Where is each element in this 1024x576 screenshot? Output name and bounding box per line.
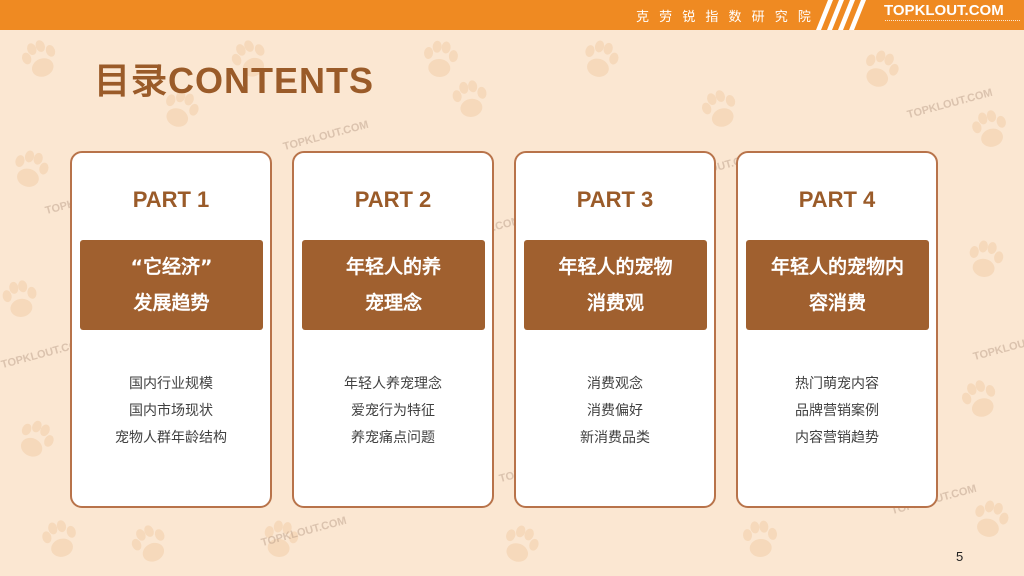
part-item-list: 消费观念 消费偏好 新消费品类 <box>516 371 714 452</box>
part-item-list: 年轻人养宠理念 爱宠行为特征 养宠痛点问题 <box>294 371 492 452</box>
list-item: 消费偏好 <box>587 403 643 419</box>
part-heading-box: 年轻人的养 宠理念 <box>302 240 485 330</box>
part-label: PART 4 <box>798 187 876 212</box>
part-heading-line: 发展趋势 <box>133 292 210 314</box>
header-bar: 克 劳 锐 指 数 研 究 院 TOPKLOUT.COM <box>0 0 1024 30</box>
part-heading-box: 年轻人的宠物内 容消费 <box>746 240 929 330</box>
list-item: 热门萌宠内容 <box>795 376 879 392</box>
list-item: 年轻人养宠理念 <box>344 376 442 392</box>
page-title: 目录CONTENTS <box>94 60 375 101</box>
list-item: 消费观念 <box>587 376 643 392</box>
part-heading-line: 年轻人的宠物内 <box>770 256 904 278</box>
list-item: 内容营销趋势 <box>795 430 879 446</box>
list-item: 养宠痛点问题 <box>351 430 435 446</box>
brand-logo: TOPKLOUT.COM <box>884 2 1004 19</box>
part-label: PART 3 <box>576 187 654 212</box>
part-heading-line: 宠理念 <box>364 292 422 314</box>
part-item-list: 热门萌宠内容 品牌营销案例 内容营销趋势 <box>738 371 936 452</box>
stripes-decoration <box>816 0 866 30</box>
part-card-4[interactable]: PART 4 年轻人的宠物内 容消费 热门萌宠内容 品牌营销案例 内容营销趋势 <box>736 151 938 508</box>
part-card-1[interactable]: PART 1 “它经济” 发展趋势 国内行业规模 国内市场现状 宠物人群年龄结构 <box>70 151 272 508</box>
page-number: 5 <box>956 549 964 564</box>
list-item: 国内行业规模 <box>129 376 213 392</box>
part-heading-box: 年轻人的宠物 消费观 <box>524 240 707 330</box>
list-item: 爱宠行为特征 <box>351 403 435 419</box>
part-card-2[interactable]: PART 2 年轻人的养 宠理念 年轻人养宠理念 爱宠行为特征 养宠痛点问题 <box>292 151 494 508</box>
part-heading-line: 年轻人的宠物 <box>558 256 673 278</box>
part-card-3[interactable]: PART 3 年轻人的宠物 消费观 消费观念 消费偏好 新消费品类 <box>514 151 716 508</box>
part-label: PART 2 <box>354 187 432 212</box>
part-heading-line: 年轻人的养 <box>345 256 441 278</box>
list-item: 国内市场现状 <box>129 403 213 419</box>
part-heading-line: “它经济” <box>130 256 213 278</box>
institute-name: 克 劳 锐 指 数 研 究 院 <box>636 10 814 25</box>
part-label: PART 1 <box>132 187 210 212</box>
part-heading-line: 消费观 <box>586 292 644 314</box>
list-item: 品牌营销案例 <box>795 403 879 419</box>
list-item: 新消费品类 <box>580 430 650 446</box>
part-item-list: 国内行业规模 国内市场现状 宠物人群年龄结构 <box>72 371 270 452</box>
brand-tagline-line <box>885 20 1020 24</box>
list-item: 宠物人群年龄结构 <box>115 430 227 446</box>
part-heading-line: 容消费 <box>808 292 866 314</box>
part-heading-box: “它经济” 发展趋势 <box>80 240 263 330</box>
